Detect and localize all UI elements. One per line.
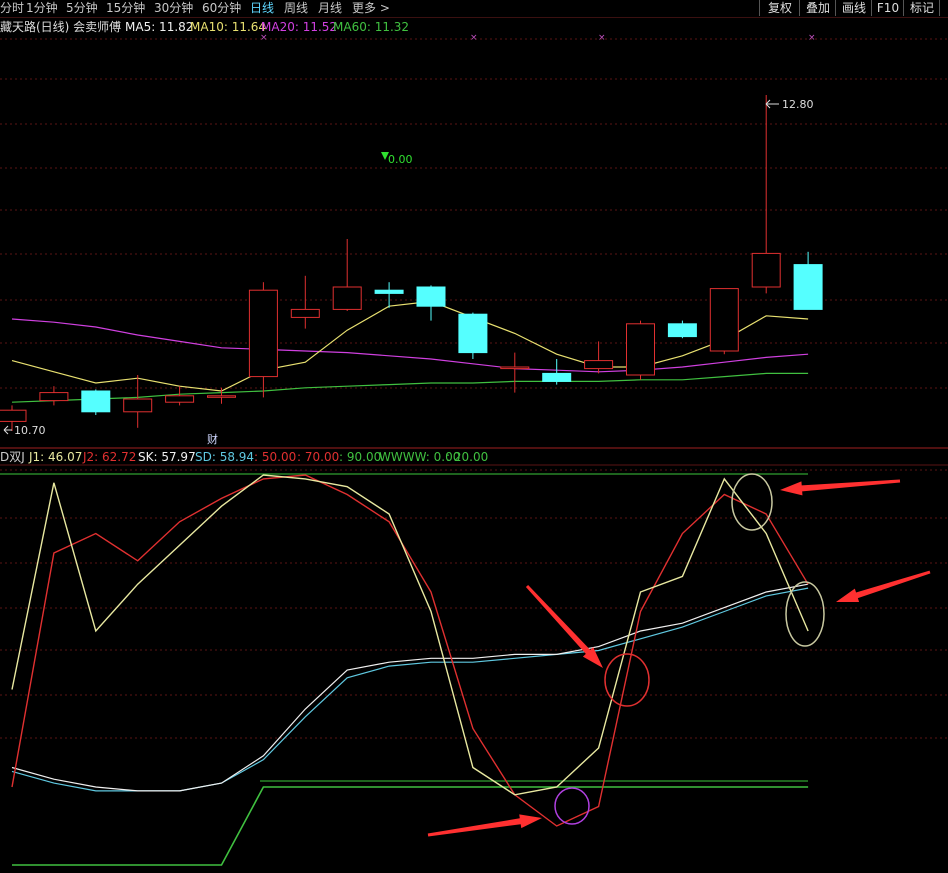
candle-body xyxy=(500,366,530,370)
candle-body xyxy=(584,360,614,370)
candle-body xyxy=(542,372,572,382)
candle-body xyxy=(0,409,27,422)
top-mark: × xyxy=(808,33,816,43)
candle-body xyxy=(332,286,362,310)
candle-body xyxy=(626,323,655,376)
top-mark: × xyxy=(260,33,268,43)
j1-line xyxy=(11,474,809,796)
candle-body xyxy=(39,392,69,402)
wwww-line xyxy=(12,786,809,866)
finance-event-label[interactable]: 财 xyxy=(207,432,218,446)
sd-line xyxy=(11,587,809,792)
annotation-arrow-icon xyxy=(427,814,542,837)
candle-body xyxy=(416,286,446,307)
candle-body xyxy=(458,313,488,354)
candle-body xyxy=(709,288,739,352)
ma5-line xyxy=(11,300,809,392)
candle-body xyxy=(667,323,697,338)
low-price-label: 10.70 xyxy=(14,424,46,437)
top-mark: × xyxy=(598,33,606,43)
annotation-circle xyxy=(604,653,650,707)
candle-body xyxy=(81,390,111,413)
high-pointer xyxy=(765,99,779,109)
low-pointer xyxy=(3,425,12,435)
annotation-circle xyxy=(731,473,773,531)
sk-line xyxy=(11,583,809,792)
candle-body xyxy=(751,252,781,288)
candle-body xyxy=(290,308,320,318)
event-marker-label: 0.00 xyxy=(388,153,413,166)
candle-body xyxy=(165,395,195,403)
candle-body xyxy=(374,289,404,294)
stock-chart[interactable]: × × × × 12.80 10.70 0.00 财 xyxy=(0,0,948,873)
annotation-arrow-icon xyxy=(780,479,901,496)
candle-body xyxy=(123,398,153,413)
annotation-arrow-icon xyxy=(836,570,931,602)
candle-body xyxy=(793,264,823,310)
high-price-label: 12.80 xyxy=(782,98,814,111)
annotation-circle xyxy=(785,581,825,647)
top-mark: × xyxy=(470,33,478,43)
annotation-arrow-icon xyxy=(525,584,603,668)
candle-body xyxy=(248,289,278,378)
candle-body xyxy=(207,395,236,398)
